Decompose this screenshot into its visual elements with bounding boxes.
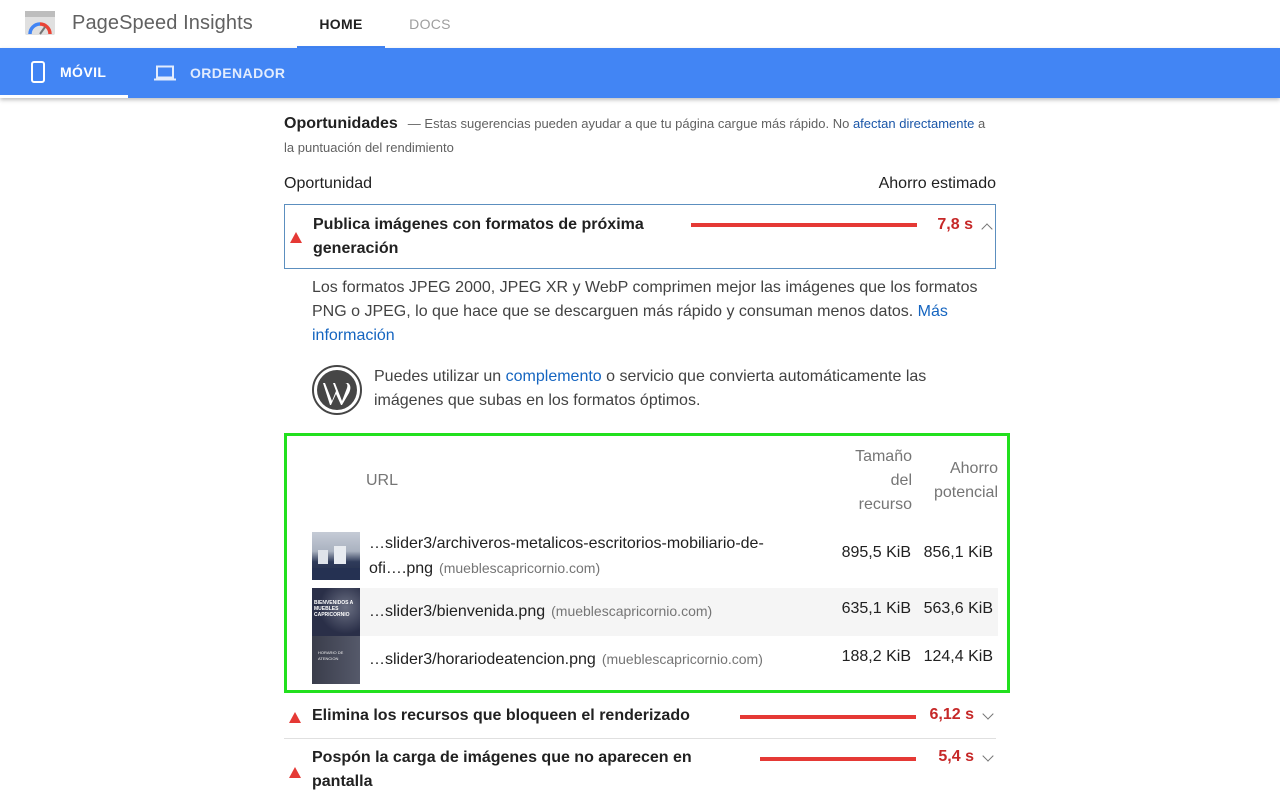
resource-savings: 124,4 KiB [923,648,993,665]
nav-tab-docs[interactable]: DOCS [400,0,460,48]
resource-savings: 856,1 KiB [923,544,993,561]
resource-host: (mueblescapricornio.com) [439,560,601,576]
fail-triangle-icon [290,232,302,243]
audit-offscreen-images[interactable]: Pospón la carga de imágenes que no apare… [284,740,996,800]
opportunities-title: Oportunidades [284,115,398,132]
fail-triangle-icon [289,767,301,778]
table-header-size: Tamaño del recurso [855,448,912,513]
nav-tab-home[interactable]: HOME [297,0,385,48]
resource-host: (mueblescapricornio.com) [551,603,713,619]
savings-bar [691,223,917,227]
thumb-text: ATENCION [318,656,339,661]
app-title[interactable]: PageSpeed Insights [72,12,253,35]
audit-description: Los formatos JPEG 2000, JPEG XR y WebP c… [312,276,984,348]
resource-thumbnail[interactable]: HORARIO DE ATENCION [312,636,360,684]
resource-size: 188,2 KiB [841,648,911,665]
audit-render-blocking[interactable]: Elimina los recursos que bloqueen el ren… [284,699,996,739]
resource-url-text: …slider3/horariodeatencion.png [369,651,596,668]
audit-title: Pospón la carga de imágenes que no apare… [312,749,692,790]
audit-savings: 6,12 s [929,706,974,723]
table-row: HORARIO DE ATENCION …slider3/horariodeat… [312,636,998,684]
tab-desktop-label: ORDENADOR [190,65,286,81]
table-header-url: URL [366,472,399,489]
resource-table: URL Tamaño del recurso Ahorro potencial … [284,433,1010,693]
laptop-icon [154,65,176,81]
wordpress-icon [312,365,362,415]
savings-bar [740,715,916,719]
resource-size: 635,1 KiB [841,600,911,617]
resource-url-text: …slider3/bienvenida.png [369,603,546,620]
resource-url[interactable]: …slider3/archiveros-metalicos-escritorio… [369,532,789,581]
column-header-opportunity: Oportunidad [284,175,373,192]
audit-savings: 7,8 s [937,216,973,233]
tab-mobile-label: MÓVIL [60,63,107,80]
chevron-up-icon[interactable] [981,223,993,235]
audit-title: Publica imágenes con formatos de próxima… [313,216,644,257]
plugin-link[interactable]: complemento [506,368,602,385]
audit-title: Elimina los recursos que bloqueen el ren… [312,707,690,724]
device-tab-bar: MÓVIL ORDENADOR [0,48,1280,98]
opportunities-header: Oportunidades — Estas sugerencias pueden … [284,112,996,160]
audit-savings: 5,4 s [938,748,974,765]
chevron-down-icon[interactable] [982,708,994,720]
resource-url[interactable]: …slider3/horariodeatencion.png (mueblesca… [369,647,789,672]
table-header-savings: Ahorro potencial [933,460,998,501]
tab-mobile[interactable]: MÓVIL [0,48,128,98]
phone-icon [31,60,45,83]
thumb-text: CAPRICORNIO [314,612,350,618]
chevron-down-icon[interactable] [982,750,994,762]
column-header-savings: Ahorro estimado [878,175,996,192]
resource-size: 895,5 KiB [841,544,911,561]
description-text: Los formatos JPEG 2000, JPEG XR y WebP c… [312,279,978,320]
resource-thumbnail[interactable]: BIENVENIDOS A MUEBLES CAPRICORNIO [312,588,360,636]
tab-desktop[interactable]: ORDENADOR [128,48,285,98]
pagespeed-logo-icon[interactable] [24,10,56,38]
table-row: BIENVENIDOS A MUEBLES CAPRICORNIO …slide… [312,588,998,636]
resource-url[interactable]: …slider3/bienvenida.png (mueblescapricorn… [369,599,789,624]
top-header: PageSpeed Insights HOME DOCS [0,0,1280,48]
affect-score-link[interactable]: afectan directamente [853,116,974,131]
opportunities-subtitle-start: — Estas sugerencias pueden ayudar a que … [407,116,853,131]
table-row: …slider3/archiveros-metalicos-escritorio… [312,530,998,582]
resource-savings: 563,6 KiB [923,600,993,617]
savings-bar [760,757,916,761]
audit-next-gen-images[interactable]: Publica imágenes con formatos de próxima… [284,204,996,269]
resource-thumbnail[interactable] [312,532,360,580]
wp-tip-start: Puedes utilizar un [374,368,506,385]
resource-host: (mueblescapricornio.com) [601,651,763,667]
fail-triangle-icon [289,712,301,723]
wordpress-tip: Puedes utilizar un complemento o servici… [374,365,974,413]
